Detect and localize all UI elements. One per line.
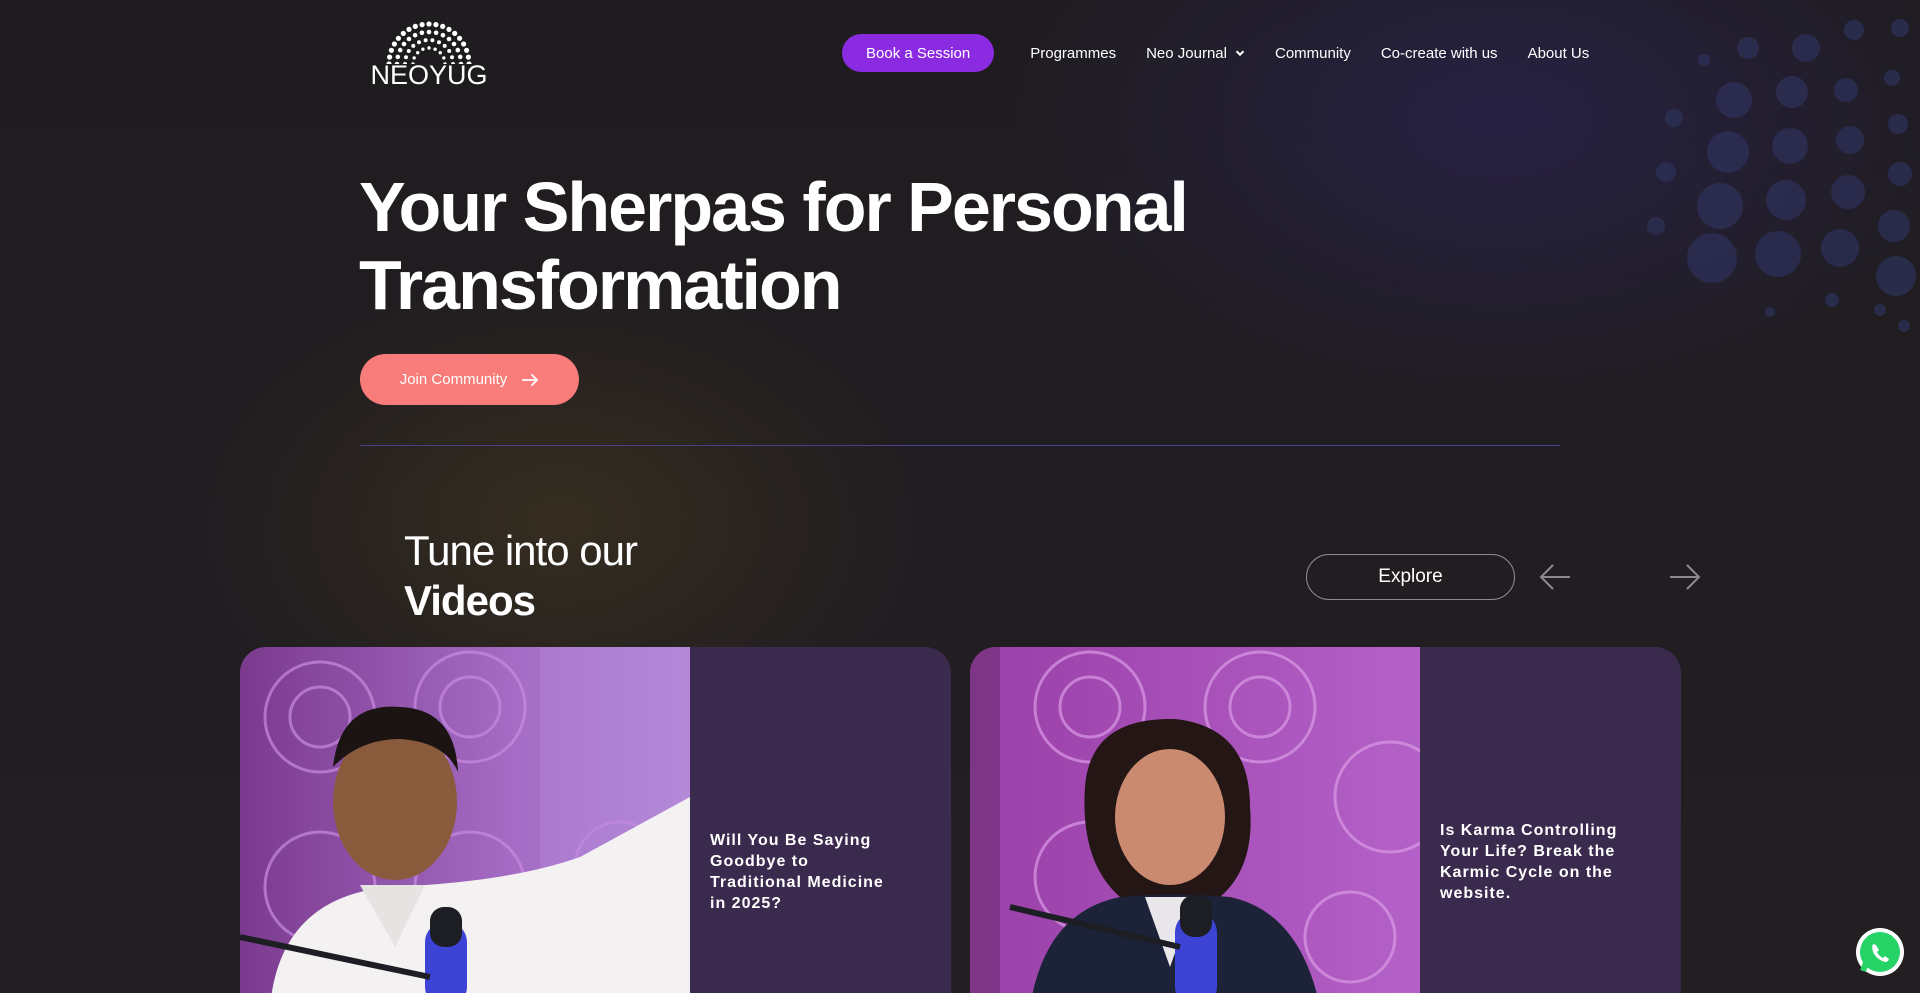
main-nav: Book a Session Programmes Neo Journal Co…	[842, 34, 1589, 72]
video-thumbnail	[970, 647, 1420, 993]
join-community-label: Join Community	[399, 371, 508, 388]
neoyug-logo[interactable]: NEOYUG	[369, 20, 489, 90]
video-card[interactable]: Is Karma Controlling Your Life? Break th…	[970, 647, 1681, 993]
join-community-button[interactable]: Join Community	[360, 354, 579, 405]
logo-mark-icon	[386, 21, 472, 67]
explore-button[interactable]: Explore	[1306, 554, 1515, 600]
nav-link-co-create[interactable]: Co-create with us	[1381, 45, 1498, 62]
videos-heading-bold: Videos	[404, 577, 536, 624]
hero-title-light: Your Sherpas for	[359, 168, 908, 246]
arrow-right-icon[interactable]	[1668, 560, 1702, 594]
hero-title: Your Sherpas for Personal Transformation	[359, 168, 1259, 324]
nav-link-about-us[interactable]: About Us	[1528, 45, 1590, 62]
videos-heading: Tune into our Videos	[404, 526, 638, 626]
video-card-title[interactable]: Is Karma Controlling Your Life? Break th…	[1440, 820, 1630, 904]
nav-link-neo-journal[interactable]: Neo Journal	[1146, 45, 1245, 62]
videos-heading-light: Tune into our	[404, 527, 638, 574]
video-card[interactable]: Will You Be Saying Goodbye to Traditiona…	[240, 647, 951, 993]
video-thumbnail	[240, 647, 690, 993]
nav-link-community[interactable]: Community	[1275, 45, 1351, 62]
nav-link-programmes[interactable]: Programmes	[1030, 45, 1116, 62]
page: NEOYUG Book a Session Programmes Neo Jou…	[0, 0, 1920, 993]
book-session-button[interactable]: Book a Session	[842, 34, 995, 72]
section-divider	[360, 445, 1560, 446]
video-card-title[interactable]: Will You Be Saying Goodbye to Traditiona…	[710, 830, 900, 914]
nav-link-neo-journal-label: Neo Journal	[1146, 44, 1227, 62]
arrow-right-icon	[522, 373, 539, 386]
logo-wordmark: NEOYUG	[370, 60, 488, 90]
whatsapp-icon[interactable]	[1854, 926, 1906, 978]
arrow-left-icon[interactable]	[1538, 560, 1572, 594]
chevron-down-icon	[1235, 50, 1245, 57]
